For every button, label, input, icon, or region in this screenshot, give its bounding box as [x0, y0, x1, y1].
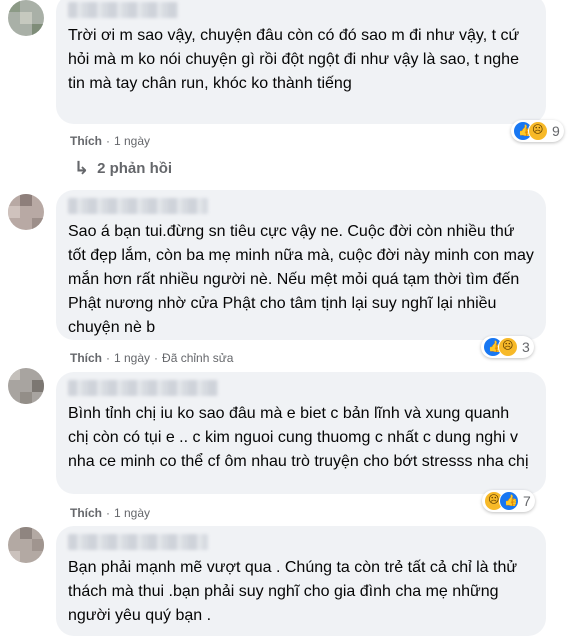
comment-text: Bạn phải mạnh mẽ vượt qua . Chúng ta còn… — [68, 559, 518, 624]
like-icon: 👍 — [499, 491, 519, 511]
separator-dot: · — [154, 351, 159, 365]
like-button[interactable]: Thích — [70, 134, 102, 148]
reply-arrow-icon: ↳ — [74, 158, 90, 178]
author-name[interactable] — [68, 2, 178, 18]
like-button[interactable]: Thích — [70, 351, 102, 365]
comment-meta: Thích · 1 ngày · Đã chỉnh sửa — [70, 350, 233, 366]
separator-dot: · — [106, 134, 110, 148]
avatar[interactable] — [8, 368, 44, 404]
separator-dot: · — [106, 351, 110, 365]
reaction-count: 7 — [523, 493, 531, 509]
replies-label: 2 phản hồi — [97, 160, 173, 177]
timestamp[interactable]: 1 ngày — [114, 351, 150, 365]
sad-icon: ☹ — [498, 337, 518, 357]
avatar[interactable] — [8, 527, 44, 563]
timestamp[interactable]: 1 ngày — [114, 134, 150, 148]
comment-bubble: Bạn phải mạnh mẽ vượt qua . Chúng ta còn… — [56, 526, 546, 636]
reaction-summary[interactable]: 👍 ☹ 3 — [481, 336, 534, 358]
avatar[interactable] — [8, 0, 44, 36]
comment-meta: Thích · 1 ngày — [70, 505, 150, 521]
comment-bubble: Bình tỉnh chị iu ko sao đâu mà e biet c … — [56, 372, 546, 494]
edited-label[interactable]: Đã chỉnh sửa — [162, 351, 233, 365]
like-button[interactable]: Thích — [70, 506, 102, 520]
avatar[interactable] — [8, 194, 44, 230]
separator-dot: · — [106, 506, 110, 520]
timestamp[interactable]: 1 ngày — [114, 506, 150, 520]
reaction-summary[interactable]: ☹ 👍 7 — [482, 490, 535, 512]
comment-bubble: Sao á bạn tui.đừng sn tiêu cực vậy ne. C… — [56, 190, 546, 340]
sad-icon: ☹ — [528, 121, 548, 141]
author-name[interactable] — [68, 380, 218, 396]
author-name[interactable] — [68, 198, 208, 214]
comment-text: Bình tỉnh chị iu ko sao đâu mà e biet c … — [68, 405, 529, 470]
author-name[interactable] — [68, 534, 208, 550]
reaction-count: 3 — [522, 339, 530, 355]
view-replies-link[interactable]: ↳ 2 phản hồi — [74, 158, 172, 179]
comment-bubble: Trời ơi m sao vậy, chuyện đâu còn có đó … — [56, 0, 546, 124]
comment-text: Trời ơi m sao vậy, chuyện đâu còn có đó … — [68, 27, 520, 92]
reaction-count: 9 — [552, 123, 560, 139]
reaction-summary[interactable]: 👍 ☹ 9 — [511, 120, 564, 142]
comment-meta: Thích · 1 ngày — [70, 133, 150, 149]
comment-text: Sao á bạn tui.đừng sn tiêu cực vậy ne. C… — [68, 223, 534, 336]
